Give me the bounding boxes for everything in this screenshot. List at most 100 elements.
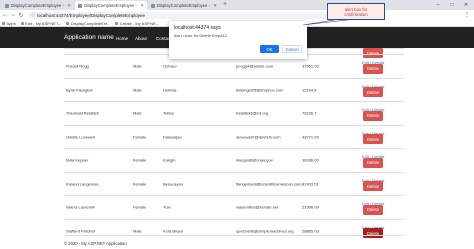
delete-button[interactable]: Delete	[363, 63, 383, 74]
department-cell: Besucayan	[163, 181, 183, 187]
bookmark-label: Create - My ASP.NE...	[119, 20, 160, 26]
page-favicon-icon	[66, 21, 70, 25]
address-bar-url[interactable]: localhost:44374/Employee/DisplayComplete…	[37, 13, 145, 18]
gender-cell: Male	[133, 63, 142, 69]
annotation-text-line2: confirmation	[344, 11, 368, 17]
back-arrow-icon[interactable]: ←	[1, 11, 9, 19]
gender-cell: Male	[133, 87, 142, 93]
employee-table: Delete Purcell Nugg Male Ochaev pnugg4@adobe…	[64, 48, 404, 242]
employee-name-cell: Theobald Retallick	[66, 110, 99, 116]
annotation-callout: alert box for confirmation	[327, 3, 385, 20]
department-cell: Tefela	[163, 110, 174, 116]
maximize-window-button[interactable]: □	[446, 0, 458, 10]
browser-tab-3[interactable]: DisplayCompleteEmployee - My ✕	[148, 1, 220, 10]
browser-toolbar: ← → ↻ ⓘ localhost:44374/Employee/Display…	[0, 10, 474, 20]
delete-button[interactable]: Delete	[363, 204, 383, 215]
salary-cell: 81903.51	[302, 181, 319, 187]
forward-arrow-icon[interactable]: →	[9, 11, 17, 19]
new-tab-button[interactable]: +	[223, 1, 227, 9]
bookmark-apps[interactable]: Apps	[2, 21, 16, 26]
close-window-button[interactable]: ✕	[460, 0, 472, 10]
dialog-cancel-button[interactable]: Cancel	[282, 45, 302, 53]
gender-cell: Female	[133, 134, 147, 140]
browser-tab-1[interactable]: DisplayCompleteEmployee - My ✕	[2, 1, 74, 10]
email-cell: vlaurentina@senate.net	[236, 204, 279, 210]
minimize-window-button[interactable]: –	[432, 0, 444, 10]
employee-name-cell: Odette Lovewell	[66, 134, 95, 140]
nav-link-about[interactable]: About	[135, 36, 147, 41]
address-bar[interactable]: ⓘ localhost:44374/Employee/DisplayComple…	[28, 11, 328, 19]
salary-cell: 37951.03	[302, 63, 319, 69]
page-favicon-icon	[115, 21, 119, 25]
delete-button[interactable]: Delete	[363, 228, 383, 238]
table-row: Byrle Kleinglub Male Delmas bkleinglub5@dro…	[64, 77, 404, 102]
table-row: Stafford Petchell Male Kota Bharu spetchell…	[64, 218, 404, 243]
employee-name-cell: Valera Laurentin	[66, 204, 96, 210]
delete-button[interactable]: Delete	[363, 181, 383, 191]
gender-cell: Female	[133, 181, 147, 187]
email-cell: spetchellb@simplemachines.org	[236, 228, 294, 234]
gender-cell: Female	[133, 204, 147, 210]
department-cell: Yuxi	[163, 204, 171, 210]
employee-name-cell: Farand Langeman	[66, 181, 99, 187]
nav-link-home[interactable]: Home	[116, 36, 128, 41]
email-cell: flangeman9@scientificamerican.com	[236, 181, 302, 187]
site-footer: © 2020 - My ASP.NET Application	[64, 241, 127, 246]
department-cell: Kangin	[163, 157, 176, 163]
site-brand-link[interactable]: Application name	[64, 34, 114, 41]
delete-button[interactable]: Delete	[363, 157, 383, 168]
salary-cell: 21996.09	[302, 204, 319, 210]
close-tab-icon[interactable]: ✕	[213, 3, 217, 9]
dialog-title: localhost:44374 says	[174, 25, 221, 31]
bookmark-edit[interactable]: Edit - My ASP.NET...	[20, 20, 62, 26]
department-cell: Delmas	[163, 87, 177, 93]
department-cell: Ochaev	[163, 63, 177, 69]
footer-divider	[64, 235, 404, 236]
browser-tab-strip: DisplayCompleteEmployee - My ✕ DisplayCo…	[0, 0, 474, 10]
salary-cell: 78236.7	[302, 110, 317, 116]
employee-name-cell: Stafford Petchell	[66, 228, 96, 234]
bookmark-create[interactable]: Create - My ASP.NE...	[115, 21, 159, 26]
page-favicon-icon	[20, 21, 24, 25]
email-cell: tretallick6@x3.org	[236, 110, 269, 116]
salary-cell: 43771.03	[302, 134, 319, 140]
reload-icon[interactable]: ↻	[17, 11, 25, 19]
info-icon[interactable]: ⓘ	[31, 12, 35, 18]
table-row: Valera Laurentin Female Yuxi vlaurentina@se…	[64, 195, 404, 219]
table-row: Theobald Retallick Male Tefela tretallick6@…	[64, 101, 404, 125]
browser-tab-2[interactable]: DisplayCompleteEmployee - My A ✕	[75, 1, 147, 10]
close-tab-icon[interactable]: ✕	[140, 3, 144, 9]
salary-cell: 12104.8	[302, 87, 317, 93]
page-favicon-icon	[5, 3, 9, 8]
delete-button[interactable]: Delete	[363, 87, 383, 97]
table-row: Nola Kepper Female Kangin nkeppni8@noaa.gov…	[64, 148, 404, 172]
salary-cell: 28865.03	[302, 228, 319, 234]
bookmark-display[interactable]: DisplayCompleteEm...	[66, 21, 110, 26]
gender-cell: Female	[133, 157, 147, 163]
gender-cell: Male	[133, 228, 142, 234]
dialog-message: Are u sure for Delete Emp#12	[174, 33, 227, 38]
email-cell: nkeppni8@noaa.gov	[236, 157, 273, 163]
browser-tab-title: DisplayCompleteEmployee - My A	[84, 3, 138, 8]
table-row: Farand Langeman Female Besucayan flangeman9…	[64, 171, 404, 196]
table-row: Odette Lovewell Female Falavarjan olovewell…	[64, 124, 404, 149]
department-cell: Kota Bharu	[163, 228, 184, 234]
close-tab-icon[interactable]: ✕	[67, 3, 71, 9]
department-cell: Falavarjan	[163, 134, 182, 140]
page-favicon-icon	[151, 3, 155, 8]
bookmark-label: Edit - My ASP.NET...	[25, 20, 62, 26]
browser-menu-icon[interactable]: ⋮	[464, 11, 470, 18]
browser-tab-title: DisplayCompleteEmployee - My	[157, 3, 212, 8]
employee-name-cell: Byrle Kleinglub	[66, 87, 93, 93]
delete-button[interactable]: Delete	[363, 134, 383, 144]
browser-tab-title: DisplayCompleteEmployee - My	[11, 3, 66, 8]
bookmark-label: DisplayCompleteEm...	[70, 20, 111, 26]
delete-button[interactable]: Delete	[363, 110, 383, 121]
employee-name-cell: Purcell Nugg	[66, 63, 89, 69]
email-cell: olovewell7@devhub.com	[236, 134, 281, 140]
bookmark-label: Apps	[6, 20, 16, 26]
apps-grid-icon	[2, 21, 5, 25]
dialog-ok-button[interactable]: OK	[260, 45, 279, 53]
email-cell: pnugg4@adobe.com	[236, 63, 274, 69]
confirm-dialog: localhost:44374 says Are u sure for Dele…	[169, 21, 307, 59]
